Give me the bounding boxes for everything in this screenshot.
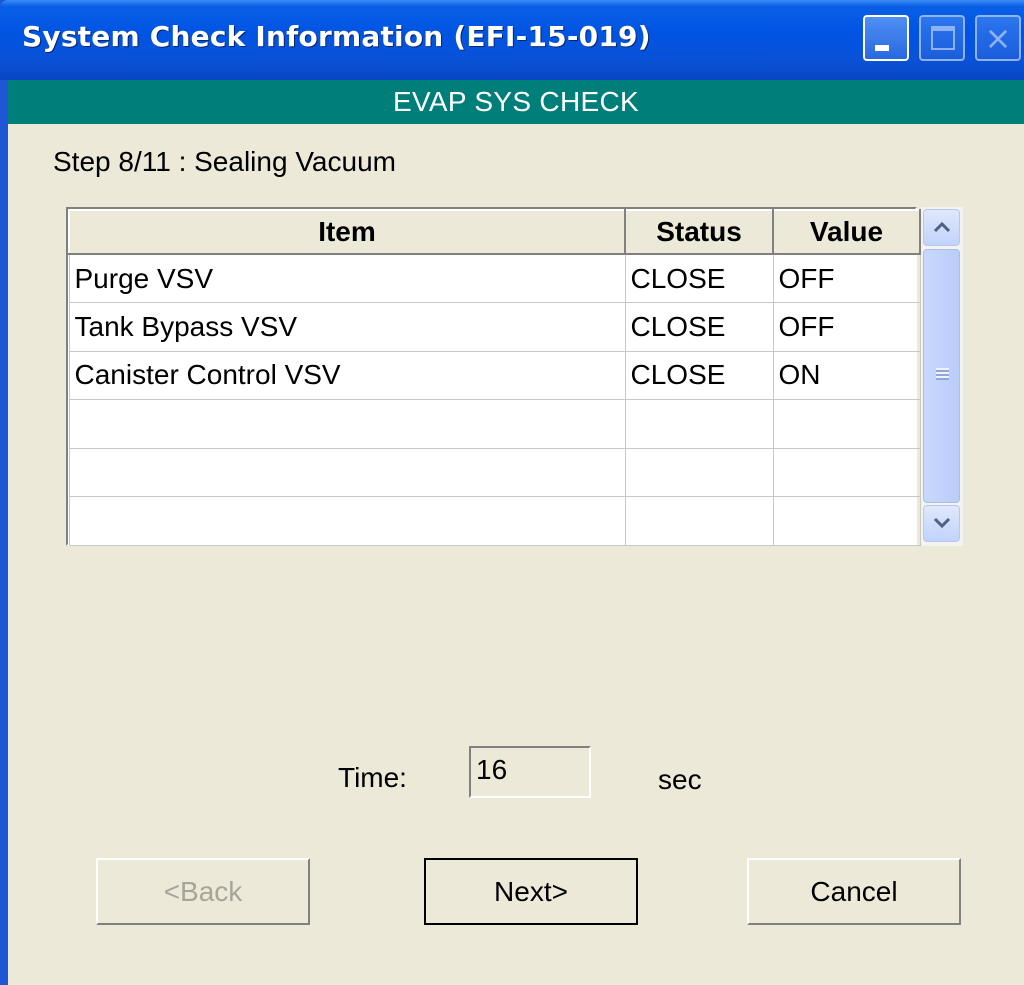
table-row[interactable] xyxy=(68,399,921,449)
section-header-title: EVAP SYS CHECK xyxy=(393,86,639,117)
table-cell-value: ON xyxy=(772,350,921,400)
maximize-icon xyxy=(931,26,955,50)
table-cell-item: Canister Control VSV xyxy=(68,350,626,400)
table-cell-status: CLOSE xyxy=(624,302,774,352)
table-header-row: Item Status Value xyxy=(68,209,921,255)
table-cell-status xyxy=(624,496,774,546)
minimize-button[interactable] xyxy=(863,15,909,61)
next-button[interactable]: Next> xyxy=(424,858,638,925)
table-cell-item xyxy=(68,399,626,449)
table-cell-value xyxy=(772,447,921,497)
table-cell-item: Tank Bypass VSV xyxy=(68,302,626,352)
time-unit-label: sec xyxy=(658,764,702,795)
table-cell-value: OFF xyxy=(772,253,921,303)
scroll-up-button[interactable] xyxy=(923,209,960,246)
window-title: System Check Information (EFI-15-019) xyxy=(22,20,651,53)
column-header-value[interactable]: Value xyxy=(772,209,921,255)
title-bar[interactable]: System Check Information (EFI-15-019) × xyxy=(0,0,1024,80)
table-cell-item: Purge VSV xyxy=(68,253,626,303)
table-cell-item xyxy=(68,496,626,546)
minimize-icon xyxy=(875,45,889,51)
dialog-window: System Check Information (EFI-15-019) × … xyxy=(0,0,1024,985)
table-row[interactable] xyxy=(68,447,921,497)
scroll-thumb[interactable] xyxy=(923,249,960,503)
scroll-down-button[interactable] xyxy=(923,505,960,542)
table-row[interactable] xyxy=(68,496,921,546)
table-row[interactable]: Purge VSV CLOSE OFF xyxy=(68,253,921,303)
maximize-button[interactable] xyxy=(919,15,965,61)
time-value-field: 16 xyxy=(469,746,591,798)
section-header: EVAP SYS CHECK xyxy=(8,80,1024,124)
grip-icon xyxy=(936,368,949,380)
status-table: Item Status Value Purge VSV CLOSE OFF Ta… xyxy=(66,207,921,546)
table-cell-status: CLOSE xyxy=(624,350,774,400)
chevron-down-icon xyxy=(933,517,950,529)
table-scrollbar[interactable] xyxy=(921,207,963,546)
close-icon: × xyxy=(984,19,1012,57)
table-cell-status: CLOSE xyxy=(624,253,774,303)
column-header-item[interactable]: Item xyxy=(68,209,626,255)
cancel-button[interactable]: Cancel xyxy=(747,858,961,925)
close-button[interactable]: × xyxy=(975,15,1021,61)
table-cell-item xyxy=(68,447,626,497)
table-cell-value: OFF xyxy=(772,302,921,352)
table-row[interactable]: Canister Control VSV CLOSE ON xyxy=(68,350,921,400)
table-cell-status xyxy=(624,447,774,497)
step-label: Step 8/11 : Sealing Vacuum xyxy=(53,146,396,177)
table-cell-value xyxy=(772,496,921,546)
table-cell-status xyxy=(624,399,774,449)
table-row[interactable]: Tank Bypass VSV CLOSE OFF xyxy=(68,302,921,352)
time-label: Time: xyxy=(338,762,407,793)
back-button[interactable]: <Back xyxy=(96,858,310,925)
column-header-status[interactable]: Status xyxy=(624,209,774,255)
table-cell-value xyxy=(772,399,921,449)
chevron-up-icon xyxy=(933,221,950,233)
